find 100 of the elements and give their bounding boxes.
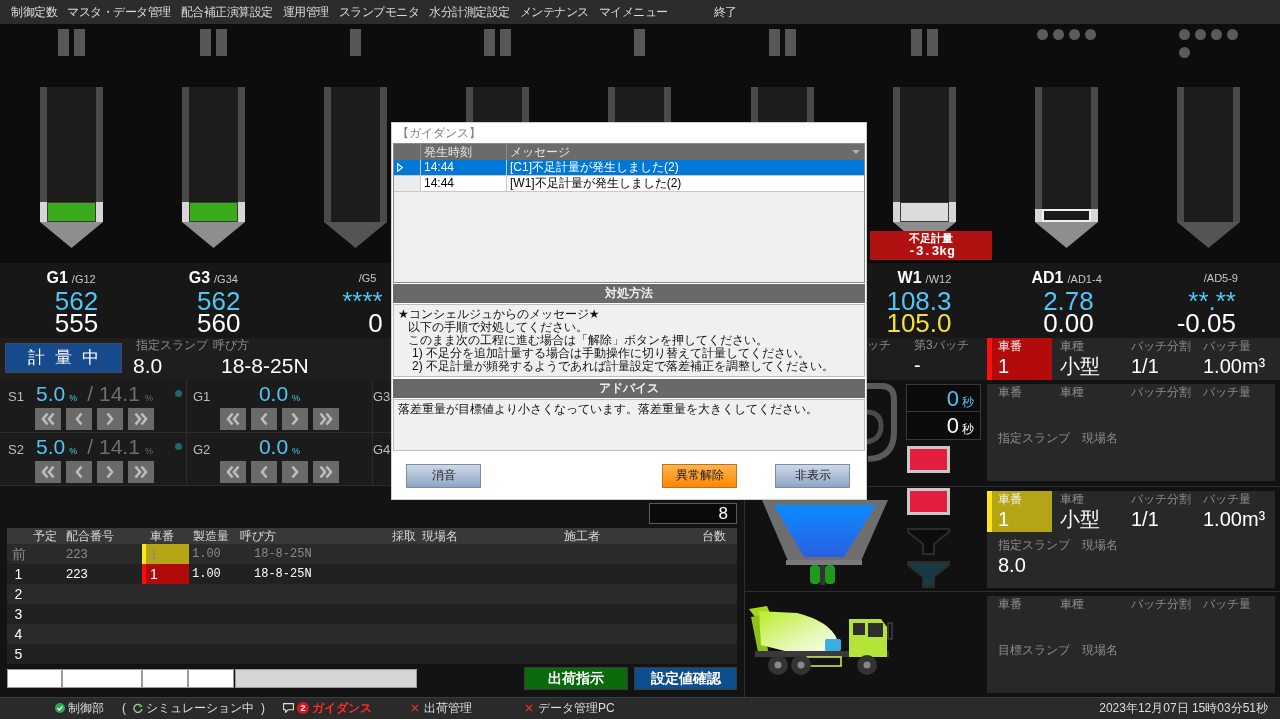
message-line: 1) 不足分を追加計量する場合は手動操作に切り替えて計量してください。: [411, 347, 810, 360]
double-chevron-left-icon: [226, 412, 240, 426]
target-value: **.**: [1188, 290, 1236, 312]
menu-item[interactable]: 水分計測定設定: [424, 0, 515, 24]
count-display: 8: [649, 503, 737, 524]
fast-decrease-button[interactable]: [220, 461, 246, 483]
table-cell-text: 4: [13, 625, 24, 644]
gate-dot-icon: [1179, 29, 1191, 40]
message-row[interactable]: 14:44 [W1]不足計量が発生しました(2): [394, 176, 864, 192]
funnel-icon: [907, 528, 950, 555]
menu-item[interactable]: 運用管理: [277, 0, 334, 24]
gate-bar-icon: [910, 29, 922, 56]
fast-increase-button[interactable]: [313, 461, 339, 483]
status-label: 出荷管理: [424, 701, 472, 716]
fast-decrease-button[interactable]: [35, 461, 61, 483]
cross-icon: [525, 704, 533, 713]
table-cell-text: 1.00: [191, 546, 222, 563]
chevron-right-icon: [106, 465, 114, 479]
input-field[interactable]: [62, 669, 142, 688]
table-cell-text: 3: [13, 605, 24, 624]
decrease-button[interactable]: [251, 461, 277, 483]
row-pointer-icon: [397, 163, 403, 172]
message-line: 以下の手順で対処してください。: [407, 321, 588, 334]
alert-title: 不足計量: [908, 232, 955, 245]
target-value: ****: [342, 290, 383, 312]
decrease-button[interactable]: [66, 461, 92, 483]
menu-item[interactable]: スランプモニタ: [333, 0, 424, 24]
field-value: 1/1: [1131, 354, 1160, 378]
increase-button[interactable]: [97, 461, 123, 483]
increase-button[interactable]: [97, 408, 123, 430]
fast-decrease-button[interactable]: [35, 408, 61, 430]
fast-increase-button[interactable]: [313, 408, 339, 430]
field-label: 車番: [998, 339, 1023, 354]
gate-bar-icon: [350, 29, 362, 56]
sync-icon: [133, 703, 143, 714]
action-button[interactable]: 設定値確認: [634, 667, 737, 690]
timer-value: 0: [946, 412, 959, 439]
dialog-button[interactable]: 消音: [406, 463, 481, 488]
column-header: 車番: [150, 528, 175, 544]
fast-increase-button[interactable]: [128, 408, 154, 430]
dialog-title: 【ガイダンス】: [396, 125, 481, 142]
funnel-icon: [907, 561, 950, 588]
limit-value: / 14.1: [87, 435, 140, 459]
column-header: 予定: [33, 528, 58, 544]
fast-increase-button[interactable]: [128, 461, 154, 483]
field-label: 現場名: [1082, 538, 1118, 553]
double-chevron-right-icon: [134, 465, 148, 479]
message-row[interactable]: 14:44 [C1]不足計量が発生しました(2): [394, 160, 864, 176]
action-button[interactable]: 出荷指示: [524, 667, 628, 690]
menu-item[interactable]: マスタ・データ管理: [62, 0, 176, 24]
decrease-button[interactable]: [251, 408, 277, 430]
menu-item[interactable]: メンテナンス: [514, 0, 594, 24]
menu-item[interactable]: 終了: [708, 0, 742, 24]
field-label: 車種: [1060, 492, 1085, 507]
chevron-right-icon: [291, 465, 299, 479]
channel-label: S2: [8, 441, 25, 459]
input-field[interactable]: [142, 669, 188, 688]
field-label: 車番: [998, 492, 1023, 507]
unit-label: 秒: [962, 421, 974, 438]
field-label: バッチ分割: [1131, 385, 1192, 400]
field-label: バッチ量: [1203, 339, 1252, 354]
double-chevron-right-icon: [134, 412, 148, 426]
field-value: 1: [998, 507, 1011, 531]
input-field[interactable]: [7, 669, 62, 688]
unit-label: 秒: [962, 394, 974, 411]
menu-item[interactable]: マイメニュー: [593, 0, 673, 24]
dropdown-arrow-icon: [852, 150, 860, 154]
field-label: バッチ量: [1203, 385, 1252, 400]
unit-label: %: [292, 445, 301, 458]
unit-label: %: [69, 392, 78, 405]
field-label: 車種: [1060, 385, 1085, 400]
menu-item[interactable]: 配合補正演算設定: [175, 0, 278, 24]
menu-item[interactable]: 制御定数: [6, 0, 62, 24]
increase-button[interactable]: [282, 461, 308, 483]
column-header: 台数: [702, 528, 726, 544]
double-chevron-left-icon: [41, 412, 55, 426]
fast-decrease-button[interactable]: [220, 408, 246, 430]
actual-value: 555: [54, 312, 99, 334]
field-label: 車番: [998, 597, 1023, 612]
field-value: 8.0: [133, 353, 164, 378]
column-header: 製造量: [193, 528, 230, 544]
increase-button[interactable]: [282, 408, 308, 430]
dialog-button[interactable]: 非表示: [775, 463, 850, 488]
decrease-button[interactable]: [66, 408, 92, 430]
gate-bar-icon: [484, 29, 496, 56]
limit-value: / 14.1: [87, 382, 140, 406]
target-value: 562: [197, 290, 241, 312]
chevron-right-icon: [291, 412, 299, 426]
dialog-button[interactable]: 異常解除: [662, 463, 737, 488]
double-chevron-left-icon: [41, 465, 55, 479]
table-cell-text: 18-8-25N: [253, 546, 312, 563]
group-label: /G5: [358, 271, 377, 286]
column-header: 採取: [392, 528, 417, 544]
chevron-left-icon: [260, 412, 268, 426]
input-field[interactable]: [188, 669, 234, 688]
status-indicator: 計量中: [5, 343, 122, 373]
actual-value: 0: [368, 312, 383, 334]
batch-value: -: [914, 353, 922, 378]
message-cell-text: [W1]不足計量が発生しました(2): [509, 176, 683, 191]
gate-dot-icon: [1211, 29, 1223, 40]
